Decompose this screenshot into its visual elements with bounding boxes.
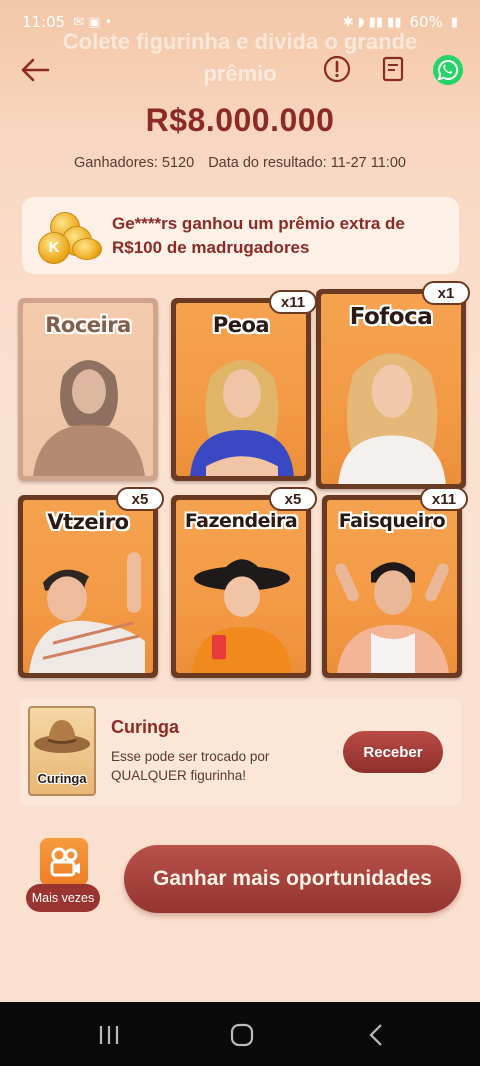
result-date: Data do resultado: 11-27 11:00 bbox=[208, 155, 406, 171]
whatsapp-share-button[interactable] bbox=[432, 54, 463, 85]
top-bar bbox=[0, 48, 480, 92]
info-button[interactable] bbox=[322, 54, 352, 84]
card-count-badge: x11 bbox=[269, 290, 317, 314]
video-camera-icon bbox=[50, 847, 80, 877]
person-portrait bbox=[192, 558, 292, 673]
arrow-left-icon bbox=[21, 58, 50, 82]
person-portrait bbox=[29, 551, 145, 673]
sticker-card-peoa[interactable]: Peoa x11 bbox=[171, 290, 317, 481]
home-button[interactable] bbox=[227, 1020, 257, 1050]
card-name: Fazendeira bbox=[184, 510, 298, 532]
person-portrait bbox=[190, 359, 294, 476]
more-chances-label[interactable]: Mais vezes bbox=[26, 884, 100, 912]
receive-button[interactable]: Receber bbox=[343, 731, 443, 773]
document-icon bbox=[382, 56, 404, 82]
recent-apps-icon bbox=[99, 1026, 119, 1044]
whatsapp-icon bbox=[433, 55, 463, 85]
curinga-card-label: Curinga bbox=[37, 771, 87, 786]
result-meta: Ganhadores: 5120 Data do resultado: 11-2… bbox=[0, 155, 480, 171]
banner-text: Ge****rs ganhou um prêmio extra de R$100… bbox=[112, 213, 405, 257]
exclamation-circle-icon bbox=[323, 55, 351, 83]
coins-icon: K bbox=[36, 206, 106, 266]
card-name: Roceira bbox=[45, 313, 131, 337]
curinga-title: Curinga bbox=[111, 717, 180, 737]
person-portrait bbox=[33, 359, 145, 476]
cowboy-hat-icon bbox=[34, 720, 90, 753]
card-count-badge: x11 bbox=[420, 487, 468, 511]
person-portrait bbox=[338, 352, 446, 484]
curinga-panel: Curinga Curinga Esse pode ser trocado po… bbox=[20, 697, 461, 807]
more-chances-button[interactable] bbox=[40, 838, 88, 886]
recent-apps-button[interactable] bbox=[94, 1020, 124, 1050]
sticker-card-faisqueiro[interactable]: Faisqueiro x11 bbox=[322, 487, 468, 678]
card-count-badge: x5 bbox=[269, 487, 317, 511]
card-count-badge: x5 bbox=[116, 487, 164, 511]
card-name: Peoa bbox=[212, 313, 270, 337]
get-more-chances-button[interactable]: Ganhar mais oportunidades bbox=[124, 845, 461, 913]
rules-button[interactable] bbox=[378, 54, 408, 84]
card-name: Vtzeiro bbox=[47, 510, 129, 534]
card-name: Faisqueiro bbox=[338, 510, 446, 532]
sticker-card-vtzeiro[interactable]: Vtzeiro x5 bbox=[18, 487, 164, 678]
chevron-left-icon bbox=[369, 1024, 382, 1046]
back-button[interactable] bbox=[18, 52, 54, 88]
sticker-card-roceira[interactable]: Roceira bbox=[18, 298, 158, 481]
curinga-card-image: Curinga bbox=[28, 706, 96, 796]
card-count-badge: x1 bbox=[422, 281, 470, 305]
system-nav-bar bbox=[0, 1002, 480, 1066]
sticker-card-fazendeira[interactable]: Fazendeira x5 bbox=[171, 487, 317, 678]
home-icon bbox=[230, 1023, 254, 1047]
person-portrait bbox=[335, 561, 449, 673]
sticker-card-fofoca[interactable]: Fofoca x1 bbox=[316, 281, 470, 489]
winners-count: Ganhadores: 5120 bbox=[74, 155, 195, 171]
prize-amount: R$8.000.000 bbox=[145, 102, 335, 138]
system-back-button[interactable] bbox=[362, 1020, 392, 1050]
card-name: Fofoca bbox=[349, 304, 433, 330]
curinga-description: Esse pode ser trocado por QUALQUER figur… bbox=[111, 749, 270, 783]
extra-prize-banner: K Ge****rs ganhou um prêmio extra de R$1… bbox=[22, 197, 459, 274]
